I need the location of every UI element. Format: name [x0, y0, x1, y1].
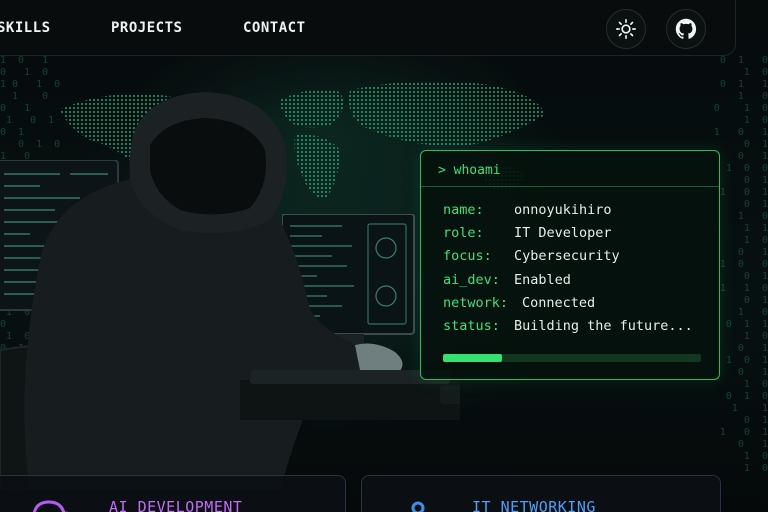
loading-progress-bar	[443, 354, 701, 362]
terminal-row: network: Connected	[443, 292, 719, 315]
sun-icon	[616, 19, 636, 39]
github-button[interactable]	[666, 9, 706, 49]
terminal-command: > whoami	[421, 151, 719, 187]
network-node-icon	[411, 501, 425, 512]
terminal-key: focus:	[443, 248, 492, 265]
cloud-icon	[32, 500, 69, 512]
terminal-key: name:	[443, 202, 484, 218]
terminal-row: focus: Cybersecurity	[443, 245, 719, 268]
ai-development-card[interactable]: AI DEVELOPMENT	[0, 475, 346, 512]
github-icon	[675, 18, 697, 39]
terminal-key: role:	[443, 225, 484, 242]
terminal-value: Cybersecurity	[514, 248, 620, 265]
card-title: AI DEVELOPMENT	[109, 498, 243, 512]
terminal-row: role: IT Developer	[443, 222, 719, 245]
terminal-value: onnoyukihiro	[514, 202, 612, 218]
nav-link-contact[interactable]: CONTACT	[243, 20, 306, 36]
terminal-row: ai_dev: Enabled	[443, 269, 719, 292]
hooded-hacker-graphic	[0, 92, 460, 490]
terminal-row: name: onnoyukihiro	[443, 199, 719, 222]
terminal-value: Building the future...	[514, 318, 693, 335]
progress-fill	[443, 354, 503, 362]
theme-toggle-button[interactable]	[606, 9, 646, 49]
nav-link-projects[interactable]: PROJECTS	[111, 20, 182, 36]
terminal-value: Connected	[522, 294, 596, 311]
terminal-key: network:	[443, 294, 509, 311]
nav-link-skills[interactable]: SKILLS	[0, 20, 51, 36]
terminal-value: Enabled	[514, 271, 571, 288]
terminal-output: name: onnoyukihiro role: IT Developer fo…	[421, 187, 719, 338]
whoami-terminal: > whoami name: onnoyukihiro role: IT Dev…	[420, 150, 720, 380]
terminal-value: IT Developer	[514, 225, 612, 242]
terminal-key: status:	[443, 318, 500, 335]
top-navbar: SKILLS PROJECTS CONTACT	[0, 0, 736, 56]
it-networking-card[interactable]: IT NETWORKING	[361, 475, 721, 512]
card-title: IT NETWORKING	[472, 498, 596, 512]
terminal-row: status: Building the future...	[443, 315, 719, 338]
terminal-key: ai_dev:	[443, 271, 500, 288]
